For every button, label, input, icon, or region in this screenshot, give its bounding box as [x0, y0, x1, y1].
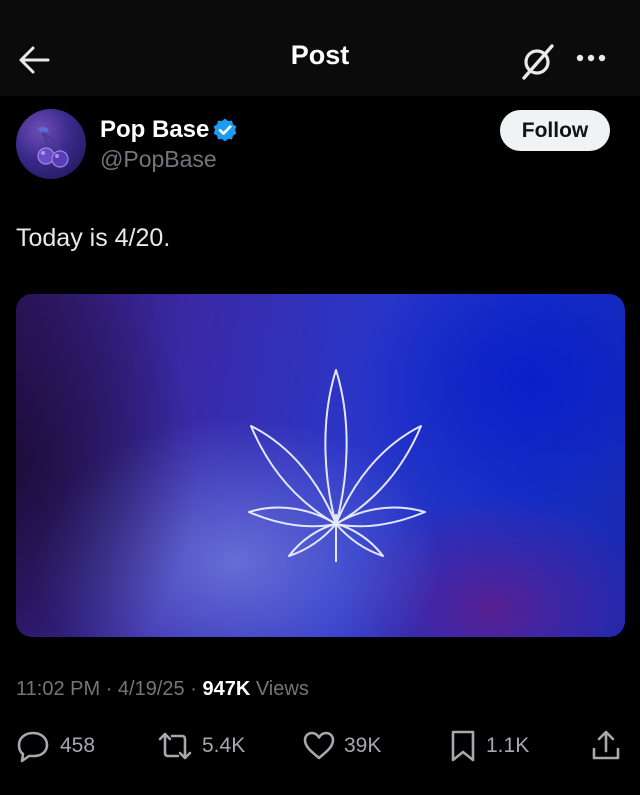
views-count[interactable]: 947K [202, 678, 250, 700]
bookmark-icon [451, 730, 475, 762]
grok-button[interactable] [516, 40, 560, 84]
post-media[interactable] [16, 294, 625, 637]
grok-icon [522, 44, 554, 80]
author-handle[interactable]: @PopBase [100, 146, 217, 173]
share-button[interactable] [590, 726, 622, 766]
repost-count: 5.4K [202, 734, 246, 757]
more-horizontal-icon [576, 54, 606, 62]
post-metadata: 11:02 PM · 4/19/25 · 947K Views [16, 678, 309, 701]
share-icon [592, 730, 620, 760]
follow-button[interactable]: Follow [500, 110, 610, 151]
bookmark-count: 1.1K [486, 734, 530, 757]
post-date: 4/19/25 [117, 678, 185, 700]
like-button[interactable]: 39K [302, 726, 381, 766]
cannabis-leaf-icon [248, 369, 426, 562]
reply-count: 458 [60, 734, 96, 757]
arrow-left-icon [19, 46, 50, 74]
views-label[interactable]: Views [256, 678, 309, 700]
more-button[interactable] [572, 40, 616, 80]
cherries-icon [37, 126, 69, 168]
bookmark-button[interactable]: 1.1K [448, 726, 529, 766]
action-bar: 458 5.4K 39K 1.1K [0, 726, 640, 770]
post-text: Today is 4/20. [16, 224, 171, 252]
repost-button[interactable]: 5.4K [156, 726, 245, 766]
post-time: 11:02 PM [16, 678, 101, 700]
heart-icon [303, 731, 335, 760]
top-bar: Post [0, 0, 640, 96]
avatar[interactable] [16, 109, 86, 179]
verified-badge-icon [212, 117, 238, 143]
reply-button[interactable]: 458 [16, 726, 95, 766]
meta-separator: · [190, 678, 197, 700]
back-button[interactable] [14, 40, 54, 80]
meta-separator: · [105, 678, 113, 700]
reply-icon [17, 731, 49, 763]
like-count: 39K [344, 734, 382, 757]
author-name[interactable]: Pop Base [100, 116, 209, 144]
repost-icon [158, 732, 192, 760]
